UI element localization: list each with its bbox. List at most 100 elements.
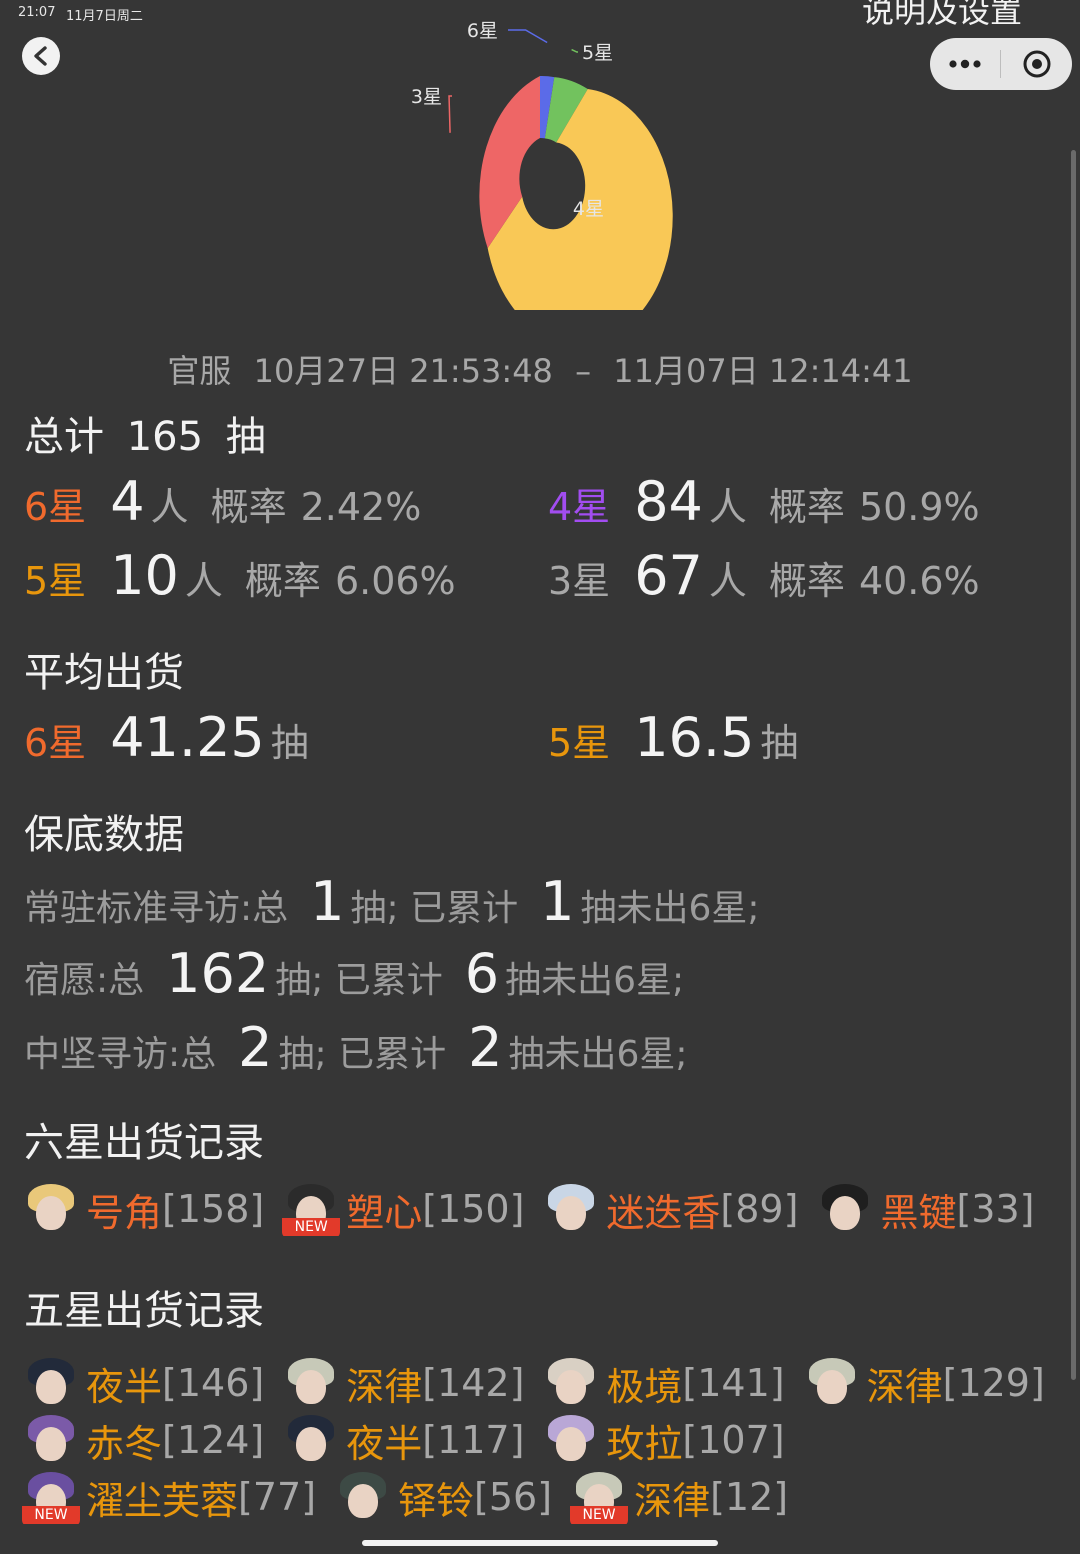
pull-count: [33]: [956, 1187, 1035, 1231]
pity-acc: 1: [540, 870, 575, 933]
back-button[interactable]: [22, 37, 60, 75]
pity-mid: 抽; 已累计: [278, 1034, 447, 1075]
operator-name: 极境: [606, 1364, 683, 1409]
avg-unit: 抽: [270, 721, 309, 765]
close-button[interactable]: [1001, 38, 1072, 90]
stat-star: 3星: [548, 559, 611, 603]
more-button[interactable]: [930, 38, 1000, 90]
record-item[interactable]: 极境 [141]: [542, 1354, 785, 1412]
operator-name: 夜半: [346, 1421, 423, 1466]
record-item[interactable]: 号角 [158]: [22, 1180, 264, 1238]
stat-count: 67: [634, 544, 703, 607]
label-line: [571, 48, 578, 53]
record-item[interactable]: 夜半 [117]: [282, 1411, 524, 1469]
average-five-star: 5星 16.5 抽: [548, 706, 798, 769]
pity-tail: 抽未出6星;: [580, 888, 760, 929]
pity-total: 1: [310, 870, 345, 933]
total-prefix: 总计: [24, 414, 104, 460]
stat-prob-label: 概率: [210, 485, 287, 529]
record-item[interactable]: NEW 深律 [12]: [570, 1468, 788, 1526]
operator-name: 玫拉: [606, 1421, 683, 1466]
five-records-row: NEW 濯尘芙蓉 [77] 铎铃 [56] NEW 深律 [12]: [22, 1468, 806, 1526]
record-item[interactable]: 迷迭香 [89]: [542, 1180, 798, 1238]
operator-name: 号角: [86, 1190, 163, 1235]
operator-avatar: NEW: [282, 1180, 341, 1238]
avg-star: 6星: [24, 721, 87, 765]
scrollbar[interactable]: [1071, 150, 1076, 1380]
slice-label: 3星: [411, 86, 442, 108]
stat-prob: 6.06%: [334, 559, 456, 603]
pity-mid: 抽; 已累计: [350, 888, 519, 929]
average-title: 平均出货: [24, 650, 184, 696]
date-range: 官服 10月27日 21:53:48 – 11月07日 12:14:41: [0, 346, 1080, 392]
record-item[interactable]: 夜半 [146]: [22, 1354, 264, 1412]
status-date: 11月7日周二: [66, 9, 143, 24]
new-badge: NEW: [282, 1218, 341, 1236]
record-item[interactable]: 黑键 [33]: [816, 1180, 1034, 1238]
operator-avatar: [542, 1180, 600, 1238]
pull-count: [117]: [422, 1418, 525, 1462]
five-records-row: 夜半 [146] 深律 [142] 极境 [141] 深律 [129]: [22, 1354, 1063, 1412]
operator-avatar: [22, 1354, 80, 1412]
status-time: 21:07: [18, 5, 56, 20]
pity-tail: 抽未出6星;: [505, 960, 685, 1001]
home-indicator[interactable]: [362, 1540, 718, 1546]
operator-avatar: [816, 1180, 874, 1238]
pull-count: [12]: [710, 1475, 789, 1519]
stat-six-star: 6星 4 人 概率 2.42%: [24, 470, 421, 533]
operator-avatar: [803, 1354, 861, 1412]
operator-name: 夜半: [86, 1364, 163, 1409]
average-six-star: 6星 41.25 抽: [24, 706, 309, 769]
pity-acc: 2: [468, 1016, 503, 1079]
pity-row-core: 中坚寻访:总 2 抽; 已累计 2 抽未出6星;: [24, 1016, 687, 1079]
pull-count: [142]: [422, 1361, 525, 1405]
record-item[interactable]: 铎铃 [56]: [334, 1468, 552, 1526]
end-time: 11月07日 12:14:41: [613, 352, 913, 390]
record-item[interactable]: 赤冬 [124]: [22, 1411, 264, 1469]
label-line: [508, 29, 548, 44]
start-time: 10月27日 21:53:48: [253, 352, 553, 390]
record-item[interactable]: 玫拉 [107]: [542, 1411, 785, 1469]
settings-link[interactable]: 说明及设置: [862, 0, 1022, 32]
record-item[interactable]: NEW 塑心 [150]: [282, 1180, 524, 1238]
pity-row-standard: 常驻标准寻访:总 1 抽; 已累计 1 抽未出6星;: [24, 870, 759, 933]
new-badge: NEW: [570, 1506, 629, 1524]
pull-count: [124]: [162, 1418, 265, 1462]
pull-count: [107]: [682, 1418, 785, 1462]
record-item[interactable]: NEW 濯尘芙蓉 [77]: [22, 1468, 316, 1526]
stat-four-star: 4星 84 人 概率 50.9%: [548, 470, 980, 533]
pity-tail: 抽未出6星;: [508, 1034, 688, 1075]
stat-prob-label: 概率: [244, 559, 321, 603]
total-unit: 抽: [225, 414, 266, 460]
operator-avatar: NEW: [570, 1468, 629, 1526]
stat-count: 10: [110, 544, 179, 607]
label-line: [448, 95, 452, 133]
pull-count: [56]: [474, 1475, 553, 1519]
pull-count: [158]: [162, 1187, 265, 1231]
operator-avatar: [22, 1411, 80, 1469]
slice-label: 5星: [582, 42, 613, 64]
more-dots-icon: [949, 59, 981, 69]
operator-avatar: [22, 1180, 80, 1238]
avg-value: 16.5: [634, 706, 755, 769]
six-records-list: 号角 [158] NEW 塑心 [150] 迷迭香 [89] 黑键 [33]: [22, 1180, 1052, 1238]
stat-unit: 人: [150, 485, 189, 529]
operator-name: 铎铃: [398, 1478, 475, 1523]
operator-avatar: [334, 1468, 392, 1526]
rarity-donut-chart: 6星 5星 4星 3星: [411, 20, 673, 310]
avg-unit: 抽: [760, 721, 799, 765]
new-badge: NEW: [22, 1506, 80, 1524]
record-item[interactable]: 深律 [129]: [803, 1354, 1045, 1412]
six-records-title: 六星出货记录: [24, 1120, 264, 1166]
slice-label: 6星: [467, 20, 498, 42]
pity-pool: 中坚寻访:总: [24, 1034, 217, 1075]
range-dash: –: [575, 352, 592, 390]
stat-unit: 人: [708, 559, 747, 603]
operator-avatar: NEW: [22, 1468, 80, 1526]
stat-unit: 人: [708, 485, 747, 529]
record-item[interactable]: 深律 [142]: [282, 1354, 524, 1412]
chevron-left-icon: [34, 46, 47, 66]
operator-name: 赤冬: [86, 1421, 163, 1466]
total-value: 165: [126, 414, 204, 460]
operator-name: 深律: [346, 1364, 423, 1409]
